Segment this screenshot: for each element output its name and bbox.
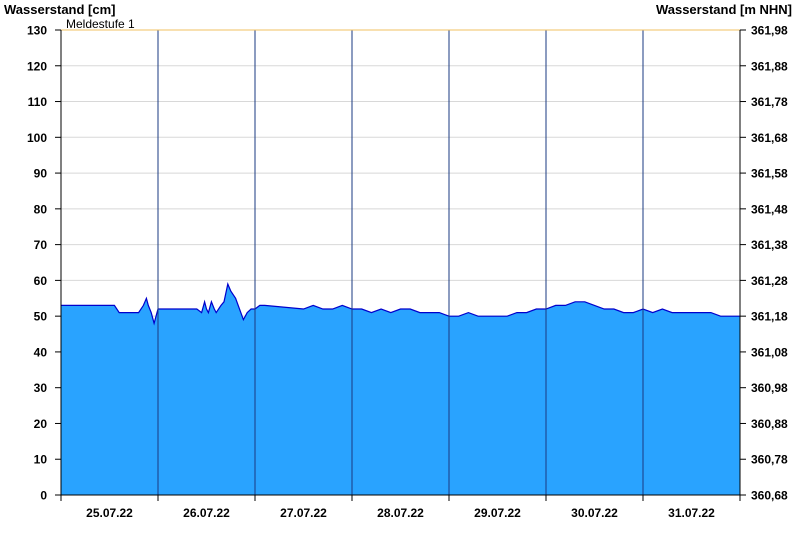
- left-tick-label: 60: [34, 274, 48, 288]
- right-tick-label: 361,98: [751, 24, 788, 38]
- threshold: Meldestufe 1: [61, 17, 740, 31]
- right-tick-label: 361,78: [751, 95, 788, 109]
- x-tick-label: 25.07.22: [86, 506, 133, 520]
- left-tick-label: 50: [34, 310, 48, 324]
- left-tick-label: 0: [40, 489, 47, 503]
- x-tick-label: 30.07.22: [571, 506, 618, 520]
- series-area: [61, 30, 740, 495]
- left-tick-label: 80: [34, 202, 48, 216]
- right-tick-label: 360,98: [751, 381, 788, 395]
- right-tick-label: 361,68: [751, 131, 788, 145]
- right-tick-label: 360,88: [751, 417, 788, 431]
- right-tick-label: 361,58: [751, 167, 788, 181]
- right-tick-label: 361,18: [751, 310, 788, 324]
- right-axis-title: Wasserstand [m NHN]: [656, 2, 792, 17]
- right-tick-label: 361,48: [751, 202, 788, 216]
- x-tick-label: 26.07.22: [183, 506, 230, 520]
- right-tick-label: 361,88: [751, 59, 788, 73]
- left-axis-title: Wasserstand [cm]: [4, 2, 116, 17]
- left-tick-label: 40: [34, 345, 48, 359]
- x-tick-label: 28.07.22: [377, 506, 424, 520]
- threshold-label: Meldestufe 1: [66, 17, 135, 31]
- left-tick-label: 110: [28, 95, 48, 109]
- x-tick-label: 29.07.22: [474, 506, 521, 520]
- right-tick-label: 361,38: [751, 238, 788, 252]
- right-tick-label: 360,78: [751, 453, 788, 467]
- area-fill: [61, 284, 740, 495]
- right-tick-label: 361,08: [751, 345, 788, 359]
- left-tick-label: 120: [27, 59, 47, 73]
- left-tick-label: 20: [34, 417, 48, 431]
- left-tick-label: 90: [34, 167, 48, 181]
- water-level-chart: Meldestufe 1 0 360,68 10 360,78 20 360,88 30 36…: [4, 2, 792, 520]
- left-tick-label: 30: [34, 381, 48, 395]
- right-tick-label: 361,28: [751, 274, 788, 288]
- x-tick-label: 31.07.22: [668, 506, 715, 520]
- x-tick-label: 27.07.22: [280, 506, 327, 520]
- left-tick-label: 10: [34, 453, 48, 467]
- left-tick-label: 130: [27, 24, 47, 38]
- left-tick-label: 70: [34, 238, 48, 252]
- left-tick-label: 100: [27, 131, 47, 145]
- right-tick-label: 360,68: [751, 489, 788, 503]
